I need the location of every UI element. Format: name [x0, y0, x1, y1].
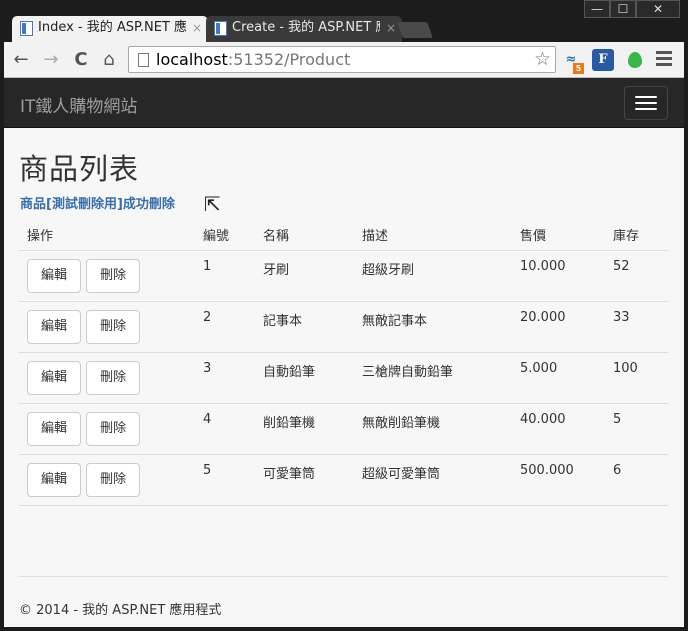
tab-close-icon[interactable]: × — [386, 16, 396, 40]
cell-desc: 三槍牌自動鉛筆 — [354, 352, 512, 404]
f-extension-icon[interactable]: F — [592, 49, 614, 71]
cell-name: 牙刷 — [255, 250, 354, 302]
browser-toolbar: ← → C ⌂ localhost:51352/Product ☆ ≈5 F — [4, 42, 684, 78]
tab-create[interactable]: Create - 我的 ASP.NET 應用程式 × — [206, 16, 402, 42]
back-arrow-icon[interactable]: ← — [10, 50, 32, 70]
tab-index[interactable]: Index - 我的 ASP.NET 應用程式 × — [12, 16, 208, 42]
delete-button[interactable]: 刪除 — [86, 360, 141, 395]
url-text: localhost:51352/Product — [156, 50, 351, 69]
tab-strip: Index - 我的 ASP.NET 應用程式 × Create - 我的 AS… — [8, 16, 680, 42]
footer-text: © 2014 - 我的 ASP.NET 應用程式 — [19, 603, 222, 618]
cell-name: 記事本 — [255, 301, 354, 353]
page-title: 商品列表 — [19, 152, 140, 186]
cell-id: 1 — [195, 250, 255, 302]
column-header-name: 名稱 — [255, 220, 354, 251]
edit-button[interactable]: 編輯 — [27, 411, 81, 446]
cell-stock: 100 — [605, 352, 668, 404]
cell-id: 3 — [195, 352, 255, 404]
cell-id: 5 — [195, 454, 255, 506]
chrome-menu-icon[interactable] — [656, 51, 672, 69]
forward-arrow-icon[interactable]: → — [40, 50, 62, 70]
site-brand[interactable]: IT鐵人購物網站 — [20, 92, 137, 117]
extension-badge: 5 — [573, 63, 584, 74]
delete-button[interactable]: 刪除 — [86, 462, 141, 497]
page-icon — [138, 53, 149, 67]
cell-price: 40.000 — [512, 403, 605, 455]
new-tab-button[interactable] — [397, 22, 433, 38]
browser-window: — ☐ ✕ Index - 我的 ASP.NET 應用程式 × Create -… — [0, 0, 688, 631]
cell-price: 5.000 — [512, 352, 605, 404]
cell-name: 自動鉛筆 — [255, 352, 354, 404]
table-row: 編輯 刪除 1 牙刷 超級牙刷 10.000 52 — [19, 250, 668, 302]
address-bar[interactable]: localhost:51352/Product ☆ — [128, 46, 556, 73]
home-icon[interactable]: ⌂ — [98, 50, 120, 70]
delete-button[interactable]: 刪除 — [86, 258, 141, 293]
column-header-op: 操作 — [19, 220, 195, 251]
table-row: 編輯 刪除 3 自動鉛筆 三槍牌自動鉛筆 5.000 100 — [19, 352, 668, 404]
column-header-stock: 庫存 — [605, 220, 668, 251]
column-header-desc: 描述 — [354, 220, 512, 251]
tab-title: Create - 我的 ASP.NET 應用程式 — [232, 20, 380, 35]
cell-name: 可愛筆筒 — [255, 454, 354, 506]
delete-button[interactable]: 刪除 — [86, 411, 141, 446]
cell-desc: 無敵記事本 — [354, 301, 512, 353]
mouse-pointer-icon: ⇱ — [204, 192, 221, 216]
cell-desc: 超級可愛筆筒 — [354, 454, 512, 506]
column-header-price: 售價 — [512, 220, 605, 251]
cell-stock: 6 — [605, 454, 668, 506]
page-favicon-icon — [214, 21, 227, 36]
column-header-id: 編號 — [195, 220, 255, 251]
tab-close-icon[interactable]: × — [192, 16, 202, 40]
product-table: 操作 編號 名稱 描述 售價 庫存 編輯 刪除 1 牙刷 超級牙刷 10.000 — [19, 220, 668, 506]
cell-id: 2 — [195, 301, 255, 353]
web-developer-extension-icon[interactable]: ≈5 — [560, 49, 584, 74]
delete-button[interactable]: 刪除 — [86, 309, 141, 344]
cell-desc: 無敵削鉛筆機 — [354, 403, 512, 455]
reload-icon[interactable]: C — [70, 50, 92, 70]
site-navbar: IT鐵人購物網站 — [4, 78, 684, 128]
cell-price: 500.000 — [512, 454, 605, 506]
edit-button[interactable]: 編輯 — [27, 309, 81, 344]
edit-button[interactable]: 編輯 — [27, 360, 81, 395]
table-row: 編輯 刪除 4 削鉛筆機 無敵削鉛筆機 40.000 5 — [19, 403, 668, 455]
table-row: 編輯 刪除 2 記事本 無敵記事本 20.000 33 — [19, 301, 668, 353]
cell-stock: 5 — [605, 403, 668, 455]
bookmark-star-icon[interactable]: ☆ — [534, 48, 551, 70]
edit-button[interactable]: 編輯 — [27, 462, 81, 497]
edit-button[interactable]: 編輯 — [27, 258, 81, 293]
cell-desc: 超級牙刷 — [354, 250, 512, 302]
page-favicon-icon — [20, 21, 33, 36]
navbar-toggle-icon[interactable] — [624, 86, 668, 120]
table-row: 編輯 刪除 5 可愛筆筒 超級可愛筆筒 500.000 6 — [19, 454, 668, 506]
cell-price: 10.000 — [512, 250, 605, 302]
tab-title: Index - 我的 ASP.NET 應用程式 — [38, 20, 186, 35]
cell-stock: 33 — [605, 301, 668, 353]
table-header-row: 操作 編號 名稱 描述 售價 庫存 — [19, 220, 668, 251]
footer-divider — [19, 576, 668, 577]
status-message: 商品[測試刪除用]成功刪除 — [20, 197, 175, 212]
leaf-extension-icon[interactable] — [624, 49, 646, 71]
cell-id: 4 — [195, 403, 255, 455]
cell-name: 削鉛筆機 — [255, 403, 354, 455]
page-viewport: IT鐵人購物網站 商品列表 商品[測試刪除用]成功刪除 ⇱ 操作 編號 名稱 描… — [4, 78, 684, 627]
cell-price: 20.000 — [512, 301, 605, 353]
cell-stock: 52 — [605, 250, 668, 302]
